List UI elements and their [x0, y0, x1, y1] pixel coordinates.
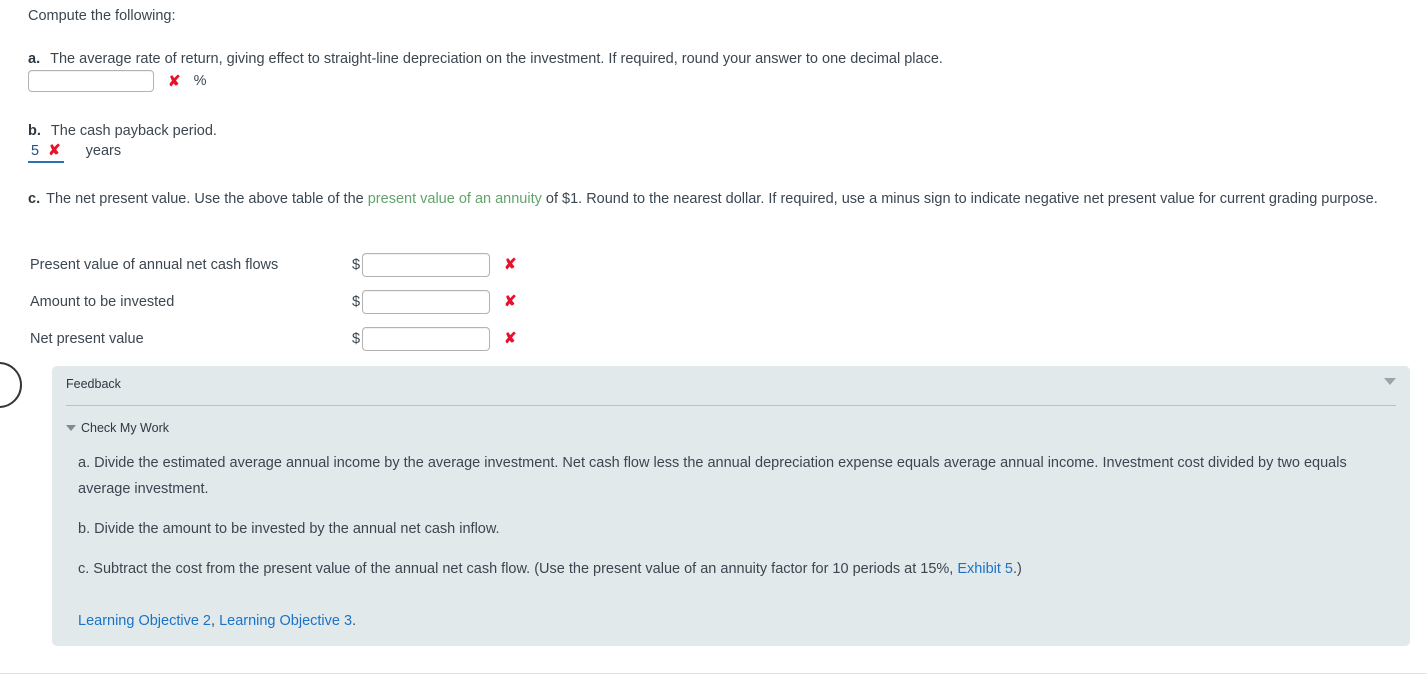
check-my-work-label: Check My Work: [81, 421, 169, 435]
learning-objective-3-link[interactable]: Learning Objective 3: [219, 613, 352, 629]
feedback-paragraph-c: c. Subtract the cost from the present va…: [78, 556, 1396, 582]
row-incorrect-icon: ✘: [504, 293, 517, 310]
row-label: Amount to be invested: [30, 293, 175, 310]
bottom-divider: [0, 673, 1427, 674]
row-label: Net present value: [30, 330, 144, 347]
question-page: Compute the following: a. The average ra…: [0, 0, 1427, 679]
feedback-c-after: .): [1013, 561, 1022, 577]
table-row: Amount to be invested $ ✘: [30, 283, 517, 320]
partial-circle-badge: [0, 362, 22, 408]
amount-invested-input[interactable]: [362, 289, 490, 314]
part-b-text: The cash payback period.: [50, 123, 217, 139]
part-b-letter: b.: [28, 123, 41, 139]
currency-symbol: $: [352, 256, 361, 273]
row-label: Present value of annual net cash flows: [30, 256, 279, 273]
currency-symbol: $: [352, 330, 361, 347]
part-c-prompt: c. The net present value. Use the above t…: [28, 186, 1422, 212]
learning-objectives: Learning Objective 2, Learning Objective…: [78, 608, 1396, 634]
row-incorrect-icon: ✘: [504, 256, 517, 273]
part-b-answer-row: 5 ✘ years: [28, 143, 121, 163]
compute-instruction: Compute the following:: [28, 8, 176, 24]
chevron-down-icon[interactable]: [1384, 378, 1396, 385]
exhibit-5-link[interactable]: Exhibit 5: [957, 561, 1013, 577]
part-c-answer-table: Present value of annual net cash flows $…: [30, 246, 517, 357]
objectives-period: .: [352, 613, 357, 629]
caret-down-icon: [66, 425, 76, 431]
objectives-separator: ,: [211, 613, 220, 629]
part-a-answer-row: ✘ %: [28, 70, 206, 92]
table-row: Net present value $ ✘: [30, 320, 517, 357]
part-b-unit: years: [85, 143, 122, 159]
feedback-paragraph-a: a. Divide the estimated average annual i…: [78, 455, 1347, 497]
part-b-value: 5: [31, 143, 40, 159]
part-c-text-before: The net present value. Use the above tab…: [46, 191, 368, 207]
present-value-annuity-link[interactable]: present value of an annuity: [368, 191, 542, 207]
feedback-header: Feedback: [52, 366, 1410, 403]
currency-symbol: $: [352, 293, 361, 310]
part-a-unit: %: [193, 73, 207, 89]
part-b-graded-answer[interactable]: 5 ✘: [28, 143, 64, 163]
feedback-divider: [66, 405, 1396, 406]
part-c-text-after: of $1. Round to the nearest dollar. If r…: [541, 191, 1378, 207]
learning-objective-2-link[interactable]: Learning Objective 2: [78, 613, 211, 629]
part-a-prompt: a. The average rate of return, giving ef…: [28, 46, 943, 72]
part-a-incorrect-icon: ✘: [168, 72, 181, 90]
part-b-incorrect-icon: ✘: [48, 142, 61, 159]
table-row: Present value of annual net cash flows $…: [30, 246, 517, 283]
part-a-text: The average rate of return, giving effec…: [50, 51, 943, 67]
present-value-input[interactable]: [362, 252, 490, 277]
part-c-letter: c.: [28, 191, 41, 207]
part-b-prompt: b. The cash payback period.: [28, 118, 217, 144]
part-a-input[interactable]: [28, 70, 154, 92]
row-incorrect-icon: ✘: [504, 330, 517, 347]
net-present-value-input[interactable]: [362, 326, 490, 351]
feedback-paragraph-b: b. Divide the amount to be invested by t…: [78, 521, 500, 537]
check-my-work-toggle[interactable]: Check My Work: [66, 421, 169, 435]
feedback-title: Feedback: [66, 377, 121, 391]
feedback-c-before: c. Subtract the cost from the present va…: [78, 561, 958, 577]
part-a-letter: a.: [28, 51, 41, 67]
feedback-panel: Feedback Check My Work a. Divide the est…: [52, 366, 1410, 646]
feedback-body: a. Divide the estimated average annual i…: [78, 450, 1396, 634]
